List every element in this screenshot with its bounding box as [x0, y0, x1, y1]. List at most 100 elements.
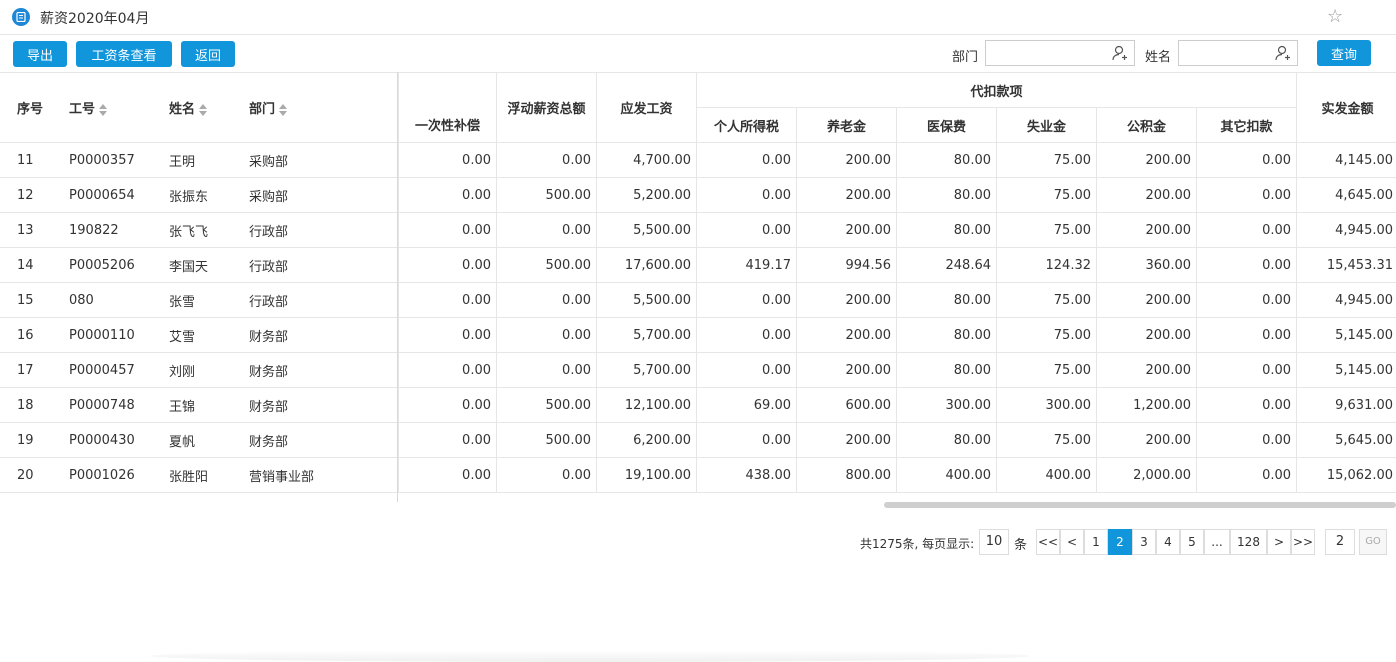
cell-lump: 0.00	[398, 387, 497, 423]
cell-float-total: 500.00	[496, 247, 597, 283]
cell-net: 15,453.31	[1296, 247, 1396, 283]
first-page-button[interactable]: <<	[1036, 529, 1060, 555]
table-row[interactable]: 19 P0000430 夏帆 财务部	[0, 422, 398, 458]
cell-seq: 18	[0, 387, 52, 423]
cell-other: 0.00	[1195, 352, 1298, 388]
cell-lump: 0.00	[398, 352, 497, 388]
cell-lump: 0.00	[398, 422, 497, 458]
page-button-5[interactable]: 5	[1180, 529, 1204, 555]
cell-seq: 19	[0, 422, 52, 458]
go-button[interactable]: GO	[1359, 529, 1387, 555]
cell-medical: 80.00	[896, 352, 997, 388]
col-header-name[interactable]: 姓名	[152, 72, 232, 143]
cell-name: 张雪	[152, 282, 232, 318]
cell-medical: 80.00	[896, 422, 997, 458]
last-page-button[interactable]: >>	[1291, 529, 1315, 555]
table-row[interactable]: 16 P0000110 艾雪 财务部	[0, 317, 398, 353]
cell-housing: 200.00	[1096, 142, 1197, 178]
payslip-view-button[interactable]: 工资条查看	[76, 41, 172, 67]
cell-emp-id: P0000110	[52, 317, 152, 353]
export-button[interactable]: 导出	[13, 41, 67, 67]
total-count-text: 共1275条, 每页显示:	[860, 537, 975, 551]
col-header-emp-id[interactable]: 工号	[52, 72, 152, 143]
horizontal-scrollbar[interactable]	[884, 502, 1396, 508]
col-header-medical: 医保费	[896, 107, 997, 143]
table-row[interactable]: 12 P0000654 张振东 采购部	[0, 177, 398, 213]
sort-icon[interactable]	[199, 103, 208, 116]
table-row[interactable]: 0.00 500.00 6,200.00 0.00 200.00 80.00 75.00 20…	[398, 422, 1396, 458]
cell-tax: 0.00	[696, 282, 797, 318]
page-button-2-current[interactable]: 2	[1108, 529, 1132, 555]
table-row[interactable]: 0.00 0.00 4,700.00 0.00 200.00 80.00 75.00 200.…	[398, 142, 1396, 178]
page-button-3[interactable]: 3	[1132, 529, 1156, 555]
table-row[interactable]: 13 190822 张飞飞 行政部	[0, 212, 398, 248]
table-row[interactable]: 18 P0000748 王锦 财务部	[0, 387, 398, 423]
table-row[interactable]: 0.00 0.00 19,100.00 438.00 800.00 400.00 400.0…	[398, 457, 1396, 493]
favorite-star-icon[interactable]: ☆	[1327, 6, 1343, 27]
cell-medical: 80.00	[896, 317, 997, 353]
col-header-dept[interactable]: 部门	[232, 72, 398, 143]
cell-seq: 16	[0, 317, 52, 353]
cell-other: 0.00	[1195, 177, 1298, 213]
cell-lump: 0.00	[398, 247, 497, 283]
cell-tax: 0.00	[696, 212, 797, 248]
page-size-input[interactable]: 10	[979, 529, 1009, 555]
cell-dept: 行政部	[232, 247, 398, 283]
cell-name: 张胜阳	[152, 457, 232, 493]
cell-float-total: 0.00	[496, 142, 597, 178]
table-row[interactable]: 11 P0000357 王明 采购部	[0, 142, 398, 178]
cell-medical: 80.00	[896, 212, 997, 248]
cell-unemployment: 75.00	[996, 352, 1097, 388]
col-header-seq: 序号	[0, 72, 52, 143]
prev-page-button[interactable]: <	[1060, 529, 1084, 555]
table-row[interactable]: 17 P0000457 刘刚 财务部	[0, 352, 398, 388]
cell-pension: 800.00	[796, 457, 897, 493]
user-picker-icon[interactable]	[1275, 45, 1291, 65]
page-button-4[interactable]: 4	[1156, 529, 1180, 555]
table-row[interactable]: 0.00 500.00 12,100.00 69.00 600.00 300.00 300.…	[398, 387, 1396, 423]
table-row[interactable]: 0.00 0.00 5,700.00 0.00 200.00 80.00 75.00 200.…	[398, 352, 1396, 388]
col-header-tax: 个人所得税	[696, 107, 797, 143]
cell-medical: 80.00	[896, 142, 997, 178]
cell-housing: 200.00	[1096, 352, 1197, 388]
jump-page-input[interactable]: 2	[1325, 529, 1355, 555]
cell-housing: 2,000.00	[1096, 457, 1197, 493]
sort-icon[interactable]	[279, 103, 288, 116]
dept-filter-label: 部门	[952, 50, 979, 65]
table-row[interactable]: 0.00 0.00 5,500.00 0.00 200.00 80.00 75.00 200.…	[398, 282, 1396, 318]
user-picker-icon[interactable]	[1112, 45, 1128, 65]
cell-gross: 19,100.00	[596, 457, 697, 493]
table-row[interactable]: 15 080 张雪 行政部	[0, 282, 398, 318]
cell-net: 4,945.00	[1296, 282, 1396, 318]
cell-gross: 5,500.00	[596, 282, 697, 318]
cell-gross: 5,700.00	[596, 317, 697, 353]
cell-dept: 采购部	[232, 177, 398, 213]
table-row[interactable]: 0.00 500.00 17,600.00 419.17 994.56 248.64 124…	[398, 247, 1396, 283]
query-button[interactable]: 查询	[1317, 40, 1371, 66]
col-header-deduction-group: 代扣款项	[695, 72, 1298, 108]
cell-other: 0.00	[1195, 282, 1298, 318]
cell-float-total: 0.00	[496, 352, 597, 388]
name-filter-input[interactable]	[1183, 42, 1272, 66]
cell-seq: 15	[0, 282, 52, 318]
cell-emp-id: P0001026	[52, 457, 152, 493]
dept-filter-input[interactable]	[990, 42, 1104, 66]
cell-unemployment: 300.00	[996, 387, 1097, 423]
title-bar: 薪资2020年04月 ☆	[0, 0, 1396, 35]
table-row[interactable]: 14 P0005206 李国天 行政部	[0, 247, 398, 283]
cell-seq: 14	[0, 247, 52, 283]
page-button-1[interactable]: 1	[1084, 529, 1108, 555]
cell-gross: 5,700.00	[596, 352, 697, 388]
cell-net: 5,145.00	[1296, 317, 1396, 353]
back-button[interactable]: 返回	[181, 41, 235, 67]
table-row[interactable]: 0.00 500.00 5,200.00 0.00 200.00 80.00 75.00 20…	[398, 177, 1396, 213]
next-page-button[interactable]: >	[1267, 529, 1291, 555]
cell-net: 5,145.00	[1296, 352, 1396, 388]
page-button-last[interactable]: 128	[1230, 529, 1267, 555]
table-row[interactable]: 20 P0001026 张胜阳 营销事业部	[0, 457, 398, 493]
cell-pension: 200.00	[796, 282, 897, 318]
table-row[interactable]: 0.00 0.00 5,700.00 0.00 200.00 80.00 75.00 200.…	[398, 317, 1396, 353]
sort-icon[interactable]	[99, 103, 108, 116]
table-row[interactable]: 0.00 0.00 5,500.00 0.00 200.00 80.00 75.00 200.…	[398, 212, 1396, 248]
cell-seq: 12	[0, 177, 52, 213]
